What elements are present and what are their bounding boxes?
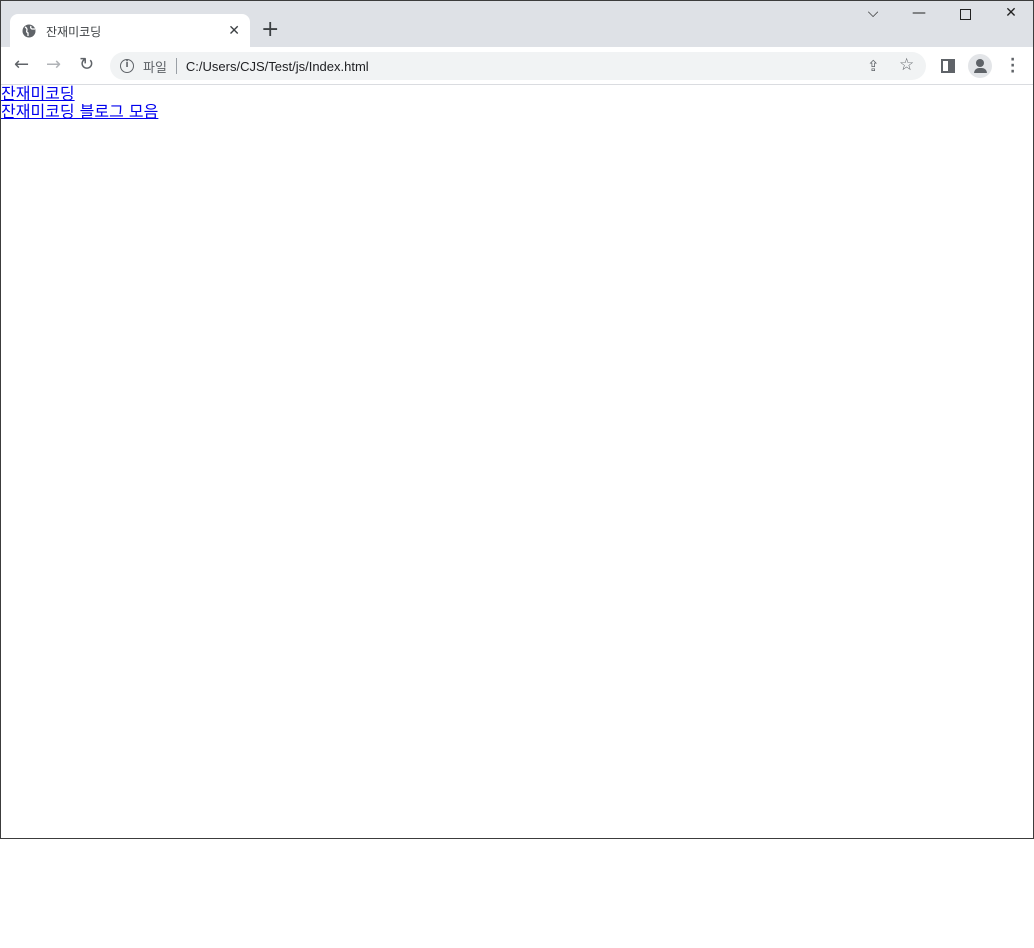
page-content: 잔재미코딩 잔재미코딩 블로그 모음 — [1, 85, 158, 121]
tab-strip: 잔재미코딩 ✕ + ⌵ — ✕ — [1, 1, 1033, 48]
info-icon[interactable]: i — [120, 59, 134, 73]
tab-active[interactable]: 잔재미코딩 ✕ — [10, 14, 250, 48]
minimize-button[interactable]: — — [904, 5, 934, 21]
reload-icon[interactable]: ↻ — [79, 55, 94, 75]
address-bar[interactable]: i 파일 C:/Users/CJS/Test/js/Index.html ⇪ ☆ — [110, 52, 926, 80]
maximize-button[interactable] — [950, 5, 980, 24]
link-blog-collection[interactable]: 잔재미코딩 블로그 모음 — [1, 103, 158, 121]
address-url[interactable]: C:/Users/CJS/Test/js/Index.html — [186, 59, 369, 74]
tab-close-icon[interactable]: ✕ — [228, 23, 240, 39]
forward-arrow-icon[interactable]: → — [46, 55, 61, 75]
new-tab-button[interactable]: + — [261, 18, 279, 42]
globe-icon — [22, 24, 36, 38]
browser-window: 잔재미코딩 ✕ + ⌵ — ✕ ← → ↻ i 파일 C:/Users/CJS/… — [0, 0, 1034, 839]
menu-kebab-icon[interactable]: · · · — [1010, 53, 1015, 79]
toolbar: ← → ↻ i 파일 C:/Users/CJS/Test/js/Index.ht… — [1, 47, 1033, 85]
close-window-button[interactable]: ✕ — [996, 5, 1026, 21]
star-icon[interactable]: ☆ — [899, 55, 914, 75]
share-icon[interactable]: ⇪ — [867, 57, 880, 75]
address-scheme-label: 파일 — [143, 60, 167, 76]
link-janjaemi-coding[interactable]: 잔재미코딩 — [1, 85, 75, 103]
tab-title: 잔재미코딩 — [46, 24, 102, 39]
profile-avatar-icon[interactable] — [968, 54, 992, 78]
address-divider — [175, 58, 177, 74]
side-panel-icon[interactable] — [941, 59, 955, 73]
tab-search-chevron-icon[interactable]: ⌵ — [858, 5, 888, 21]
back-arrow-icon[interactable]: ← — [14, 55, 29, 75]
